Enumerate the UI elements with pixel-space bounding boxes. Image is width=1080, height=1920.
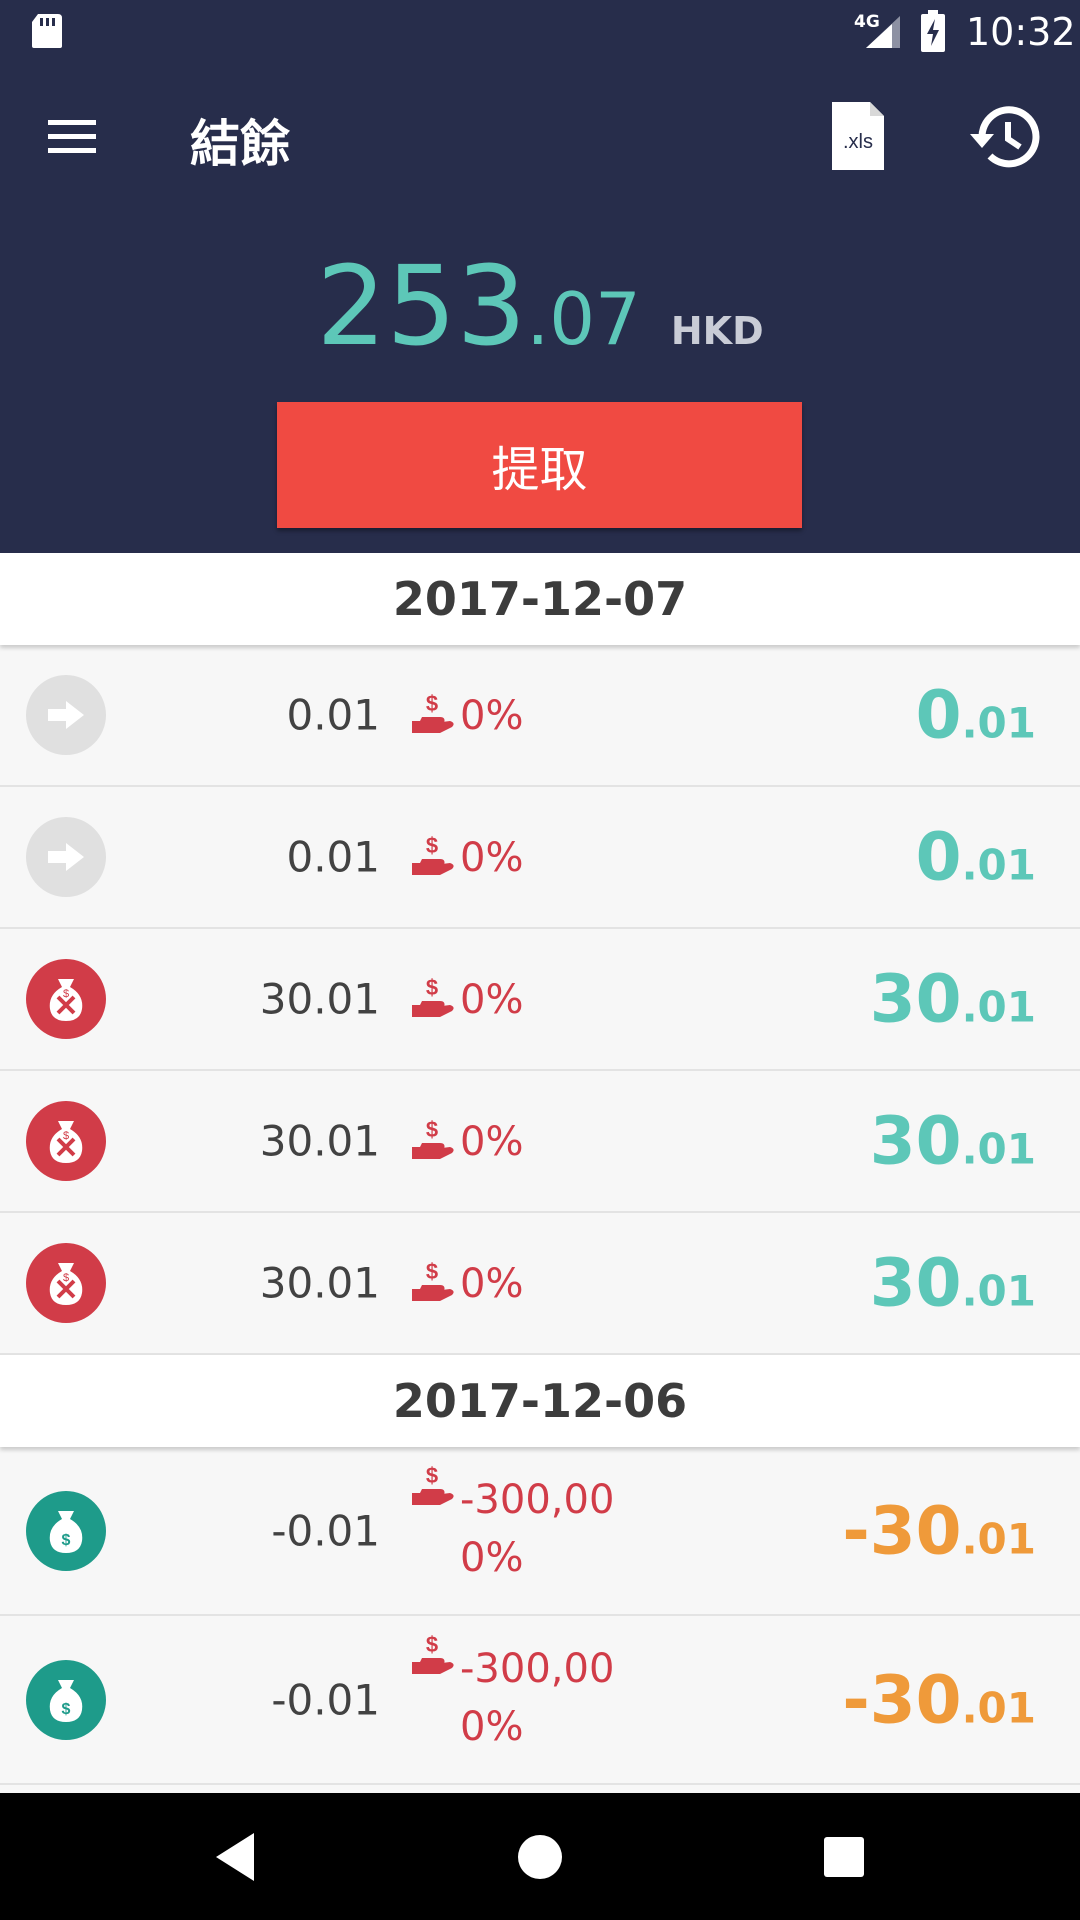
svg-text:$: $	[63, 988, 69, 1000]
svg-text:$: $	[426, 1463, 438, 1488]
transaction-amount: -0.01	[271, 1675, 380, 1724]
svg-text:$: $	[426, 1259, 438, 1284]
transaction-rate: -300,000%	[460, 1646, 615, 1750]
transaction-total: -30.01	[842, 1492, 1036, 1569]
total-integer: 0	[915, 818, 962, 896]
recents-icon[interactable]	[814, 1827, 874, 1887]
history-icon[interactable]	[966, 100, 1046, 174]
svg-text:$: $	[63, 1272, 69, 1284]
hand-money-icon: $	[410, 1117, 456, 1163]
transaction-rate: 0%	[460, 1119, 524, 1165]
balance-header: 4G 10:32 結餘 .xls 253 .07 HKD 提取	[0, 0, 1080, 553]
transaction-total: 0.01	[916, 819, 1036, 896]
transaction-row[interactable]: $30.01 $0% 30.01	[0, 1213, 1080, 1355]
money-bag-icon: $	[26, 1659, 106, 1740]
svg-text:$: $	[426, 833, 438, 858]
total-decimal: .01	[961, 1514, 1036, 1563]
transaction-amount: 30.01	[259, 1258, 380, 1308]
home-icon[interactable]	[510, 1827, 570, 1887]
svg-text:$: $	[426, 691, 438, 716]
svg-text:$: $	[426, 1117, 438, 1142]
hand-money-icon: $	[410, 691, 456, 737]
arrow-right-icon	[26, 817, 106, 897]
signal-icon	[866, 16, 900, 48]
balance-amount: 253 .07 HKD	[0, 244, 1080, 368]
transaction-amount: 30.01	[259, 974, 380, 1024]
money-bag-icon: $	[26, 1490, 106, 1571]
transaction-total: 30.01	[870, 1103, 1036, 1180]
balance-decimal: .07	[526, 277, 641, 361]
balance-currency: HKD	[670, 309, 764, 353]
transaction-row[interactable]: 0.01 $0% 0.01	[0, 787, 1080, 929]
transaction-total: 0.01	[916, 677, 1036, 754]
transaction-row[interactable]: $30.01 $0% 30.01	[0, 929, 1080, 1071]
transaction-amount: -0.01	[271, 1506, 380, 1555]
svg-text:$: $	[63, 1130, 69, 1142]
total-integer: -30	[842, 1661, 962, 1738]
total-decimal: .01	[961, 982, 1036, 1032]
transaction-row[interactable]: 0.01 $0% 0.01	[0, 645, 1080, 787]
svg-text:$: $	[426, 1632, 438, 1657]
hand-money-icon: $	[410, 1463, 456, 1509]
cancelled-money-bag-icon: $	[26, 1101, 106, 1181]
app-bar: 結餘 .xls	[0, 64, 1080, 214]
balance-integer: 253	[316, 242, 527, 370]
transaction-total: 30.01	[870, 1245, 1036, 1322]
menu-icon[interactable]	[40, 112, 104, 160]
hand-money-icon: $	[410, 975, 456, 1021]
total-decimal: .01	[961, 698, 1036, 748]
cancelled-money-bag-icon: $	[26, 1243, 106, 1323]
total-decimal: .01	[961, 840, 1036, 890]
total-decimal: .01	[961, 1124, 1036, 1174]
transaction-amount: 30.01	[259, 1116, 380, 1166]
total-decimal: .01	[961, 1266, 1036, 1316]
cancelled-money-bag-icon: $	[26, 959, 106, 1039]
transaction-rate: -300,000%	[460, 1477, 615, 1581]
total-integer: 0	[915, 676, 962, 754]
withdraw-button[interactable]: 提取	[277, 402, 802, 528]
transaction-amount: 0.01	[286, 832, 380, 882]
xls-icon-label: .xls	[843, 131, 873, 153]
arrow-right-icon	[26, 675, 106, 755]
transaction-rate: 0%	[460, 835, 524, 881]
svg-text:$: $	[426, 975, 438, 1000]
navigation-bar	[0, 1793, 1080, 1920]
svg-text:$: $	[62, 1701, 71, 1718]
total-integer: 30	[869, 960, 962, 1038]
status-bar: 4G 10:32	[0, 0, 1080, 64]
back-icon[interactable]	[206, 1827, 266, 1887]
hand-money-icon: $	[410, 1259, 456, 1305]
transaction-total: 30.01	[870, 961, 1036, 1038]
sd-card-icon	[32, 14, 62, 48]
transaction-row[interactable]: $ -0.01 $ -300,000% -30.01	[0, 1616, 1080, 1785]
transaction-row[interactable]: $ -0.01 $ -300,000% -30.01	[0, 1447, 1080, 1616]
svg-text:$: $	[62, 1532, 71, 1549]
battery-charging-icon	[921, 10, 945, 52]
page-title: 結餘	[190, 115, 290, 173]
hand-money-icon: $	[410, 833, 456, 879]
transaction-amount: 0.01	[286, 690, 380, 740]
transaction-total: -30.01	[842, 1661, 1036, 1738]
clock: 10:32	[966, 10, 1076, 54]
transaction-rate: 0%	[460, 977, 524, 1023]
transaction-list[interactable]: 2017-12-07 0.01 $0% 0.01 0.01 $0% 0.01 $30.01 $0…	[0, 553, 1080, 1793]
transaction-rate: 0%	[460, 1261, 524, 1307]
total-integer: -30	[842, 1492, 962, 1569]
total-integer: 30	[869, 1244, 962, 1322]
total-integer: 30	[869, 1102, 962, 1180]
hand-money-icon: $	[410, 1632, 456, 1678]
date-header: 2017-12-07	[0, 553, 1080, 645]
date-header: 2017-12-06	[0, 1355, 1080, 1447]
transaction-rate: 0%	[460, 693, 524, 739]
transaction-row[interactable]: $30.01 $0% 30.01	[0, 1071, 1080, 1213]
total-decimal: .01	[961, 1683, 1036, 1732]
export-xls-icon[interactable]: .xls	[830, 100, 886, 172]
